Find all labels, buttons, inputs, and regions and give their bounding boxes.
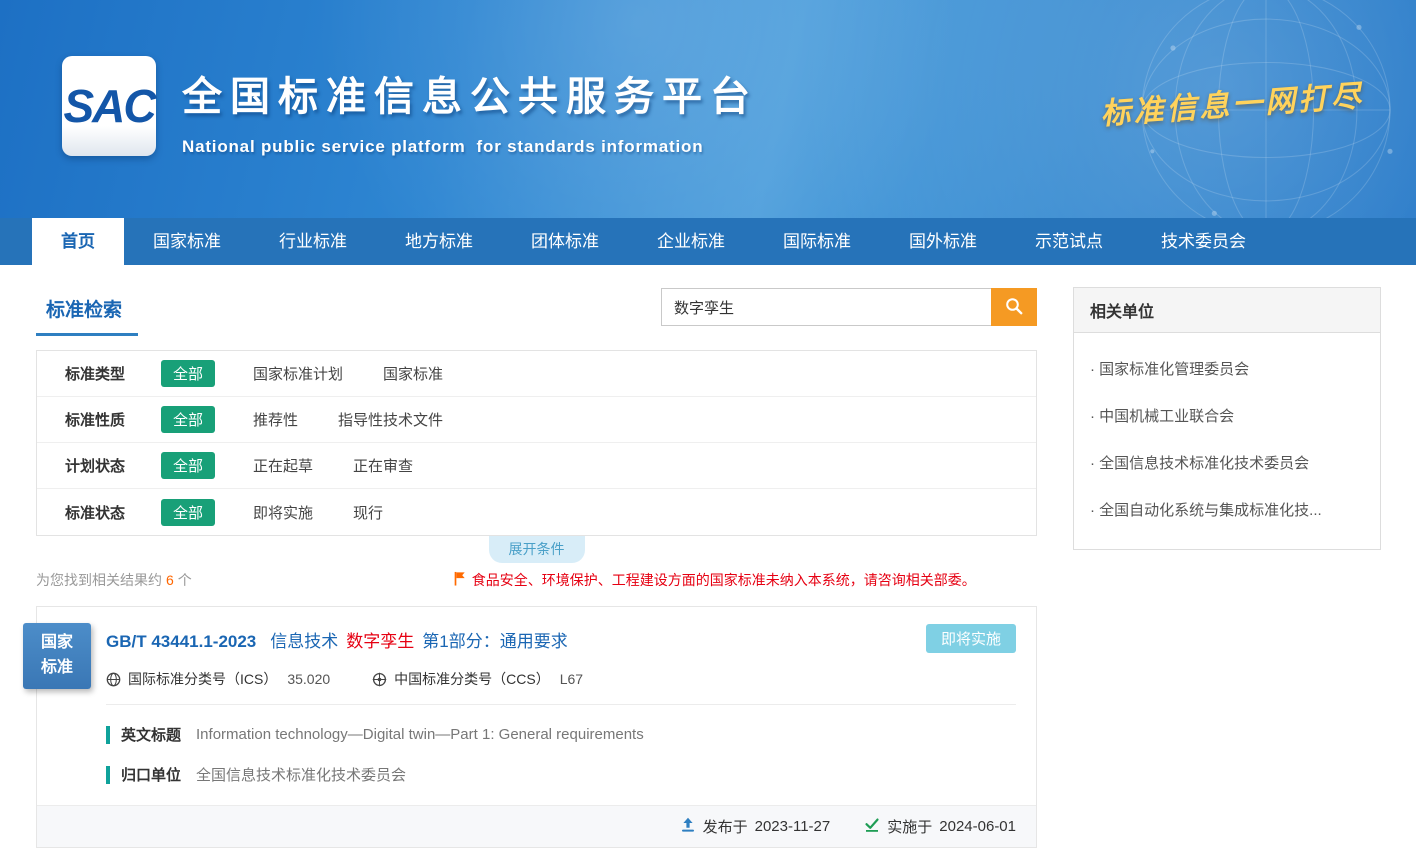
- site-titles: 全国标准信息公共服务平台 National public service pla…: [182, 64, 758, 157]
- nav-item-international-standards[interactable]: 国际标准: [754, 218, 880, 265]
- badge-line2: 标准: [41, 656, 73, 681]
- result-count-prefix: 为您找到相关结果约: [36, 570, 162, 590]
- committee-value: 全国信息技术标准化技术委员会: [196, 764, 406, 785]
- filter-label: 标准状态: [65, 502, 161, 523]
- teal-bar: [106, 726, 110, 744]
- result-card: 国家 标准 即将实施 GB/T 43441.1-2023 信息技术 数字孪生 第…: [36, 606, 1037, 848]
- sidebar-item-sac[interactable]: 国家标准化管理委员会: [1074, 345, 1380, 392]
- filter-option[interactable]: 国家标准: [383, 363, 443, 384]
- search-button[interactable]: [991, 288, 1037, 326]
- site-header: SAC 全国标准信息公共服务平台 National public service…: [0, 0, 1416, 218]
- sidebar-item-it-standardization-committee[interactable]: 全国信息技术标准化技术委员会: [1074, 439, 1380, 486]
- results-info-row: 为您找到相关结果约 6 个 食品安全、环境保护、工程建设方面的国家标准未纳入本系…: [36, 570, 1037, 590]
- filter-label: 计划状态: [65, 455, 161, 476]
- search-results-column: 标准检索 标准类型 全部 国家标准计划 国家标准: [36, 287, 1037, 848]
- status-badge: 即将实施: [926, 624, 1016, 653]
- filter-all-button[interactable]: 全部: [161, 360, 215, 387]
- nav-item-pilot[interactable]: 示范试点: [1006, 218, 1132, 265]
- ics-label: 国际标准分类号（ICS）: [128, 669, 277, 689]
- filter-row-standard-nature: 标准性质 全部 推荐性 指导性技术文件: [37, 397, 1036, 443]
- top-nav: 首页 国家标准 行业标准 地方标准 团体标准 企业标准 国际标准 国外标准 示范…: [0, 218, 1416, 265]
- filter-panel: 标准类型 全部 国家标准计划 国家标准 标准性质 全部 推荐性 指导性技术文件 …: [36, 350, 1037, 536]
- english-title-row: 英文标题 Information technology—Digital twin…: [106, 724, 1016, 745]
- site-title: 全国标准信息公共服务平台: [182, 64, 758, 122]
- card-main: GB/T 43441.1-2023 信息技术 数字孪生 第1部分：通用要求 国际…: [37, 607, 1036, 785]
- check-icon: [864, 817, 880, 837]
- globe-icon: [106, 672, 121, 687]
- implement-date: 2024-06-01: [939, 818, 1016, 835]
- filter-option[interactable]: 国家标准计划: [253, 363, 343, 384]
- nav-item-group-standards[interactable]: 团体标准: [502, 218, 628, 265]
- card-footer: 发布于 2023-11-27 实施于 2024-06-01: [37, 805, 1036, 847]
- committee-label: 归口单位: [121, 764, 181, 785]
- nav-item-technical-committee[interactable]: 技术委员会: [1132, 218, 1275, 265]
- filter-all-button[interactable]: 全部: [161, 406, 215, 433]
- filter-option[interactable]: 指导性技术文件: [338, 409, 443, 430]
- filter-option[interactable]: 即将实施: [253, 502, 313, 523]
- nav-item-foreign-standards[interactable]: 国外标准: [880, 218, 1006, 265]
- search-input[interactable]: [661, 288, 991, 326]
- nav-item-industry-standards[interactable]: 行业标准: [250, 218, 376, 265]
- filter-label: 标准类型: [65, 363, 161, 384]
- expand-conditions-button[interactable]: 展开条件: [489, 536, 585, 563]
- badge-line1: 国家: [41, 631, 73, 656]
- sidebar-item-machinery-federation[interactable]: 中国机械工业联合会: [1074, 392, 1380, 439]
- notice-text: 食品安全、环境保护、工程建设方面的国家标准未纳入本系统，请咨询相关部委。: [472, 570, 976, 590]
- tab-standard-search[interactable]: 标准检索: [36, 287, 138, 336]
- nav-item-home[interactable]: 首页: [32, 218, 124, 265]
- teal-bar: [106, 766, 110, 784]
- sidebar-item-automation-committee[interactable]: 全国自动化系统与集成标准化技...: [1074, 486, 1380, 533]
- filter-all-button[interactable]: 全部: [161, 499, 215, 526]
- publish-label: 发布于: [703, 816, 748, 837]
- filter-option[interactable]: 现行: [353, 502, 383, 523]
- system-notice: 食品安全、环境保护、工程建设方面的国家标准未纳入本系统，请咨询相关部委。: [454, 570, 976, 590]
- nav-item-enterprise-standards[interactable]: 企业标准: [628, 218, 754, 265]
- title-keyword-highlight[interactable]: 数字孪生: [346, 627, 414, 652]
- sidebar-title: 相关单位: [1073, 287, 1381, 333]
- national-standard-badge[interactable]: 国家 标准: [23, 623, 91, 689]
- publish-date-group: 发布于 2023-11-27: [680, 816, 831, 837]
- search-box: [661, 288, 1037, 326]
- standard-code[interactable]: GB/T 43441.1-2023: [106, 632, 256, 652]
- search-panel: 标准检索: [36, 287, 1037, 336]
- search-icon: [1004, 296, 1024, 319]
- sac-logo[interactable]: SAC: [62, 56, 156, 156]
- title-segment[interactable]: 第1部分：通用要求: [422, 627, 567, 652]
- ccs-group: 中国标准分类号（CCS） L67: [372, 669, 583, 689]
- result-count-suffix: 个: [178, 570, 192, 590]
- site-subtitle: National public service platform for sta…: [182, 137, 758, 157]
- sidebar-body: 国家标准化管理委员会 中国机械工业联合会 全国信息技术标准化技术委员会 全国自动…: [1073, 333, 1381, 550]
- compass-icon: [372, 672, 387, 687]
- related-orgs-sidebar: 相关单位 国家标准化管理委员会 中国机械工业联合会 全国信息技术标准化技术委员会…: [1073, 287, 1381, 848]
- main-content: 标准检索 标准类型 全部 国家标准计划 国家标准: [0, 265, 1416, 848]
- nav-item-national-standards[interactable]: 国家标准: [124, 218, 250, 265]
- result-count: 为您找到相关结果约 6 个: [36, 570, 192, 590]
- ccs-label: 中国标准分类号（CCS）: [394, 669, 550, 689]
- ccs-value: L67: [560, 671, 583, 687]
- classification-row: 国际标准分类号（ICS） 35.020 中国标准分类号（CCS）: [106, 669, 1016, 705]
- filter-option[interactable]: 推荐性: [253, 409, 298, 430]
- english-title-value: Information technology—Digital twin—Part…: [196, 726, 644, 743]
- english-title-label: 英文标题: [121, 724, 181, 745]
- ics-value: 35.020: [287, 671, 330, 687]
- implement-date-group: 实施于 2024-06-01: [864, 816, 1016, 837]
- committee-row: 归口单位 全国信息技术标准化技术委员会: [106, 764, 1016, 785]
- nav-item-local-standards[interactable]: 地方标准: [376, 218, 502, 265]
- filter-option[interactable]: 正在审查: [353, 455, 413, 476]
- filter-option[interactable]: 正在起草: [253, 455, 313, 476]
- filter-row-standard-type: 标准类型 全部 国家标准计划 国家标准: [37, 351, 1036, 397]
- standard-title-link[interactable]: GB/T 43441.1-2023 信息技术 数字孪生 第1部分：通用要求: [106, 627, 1016, 652]
- filter-row-plan-status: 计划状态 全部 正在起草 正在审查: [37, 443, 1036, 489]
- filter-label: 标准性质: [65, 409, 161, 430]
- filter-row-standard-status: 标准状态 全部 即将实施 现行: [37, 489, 1036, 535]
- implement-label: 实施于: [887, 816, 932, 837]
- result-count-number: 6: [166, 572, 174, 588]
- expand-conditions-wrap: 展开条件: [36, 536, 1037, 560]
- publish-date: 2023-11-27: [755, 818, 831, 835]
- title-segment[interactable]: 信息技术: [270, 627, 338, 652]
- upload-icon: [680, 817, 696, 837]
- filter-all-button[interactable]: 全部: [161, 452, 215, 479]
- flag-icon: [454, 571, 466, 589]
